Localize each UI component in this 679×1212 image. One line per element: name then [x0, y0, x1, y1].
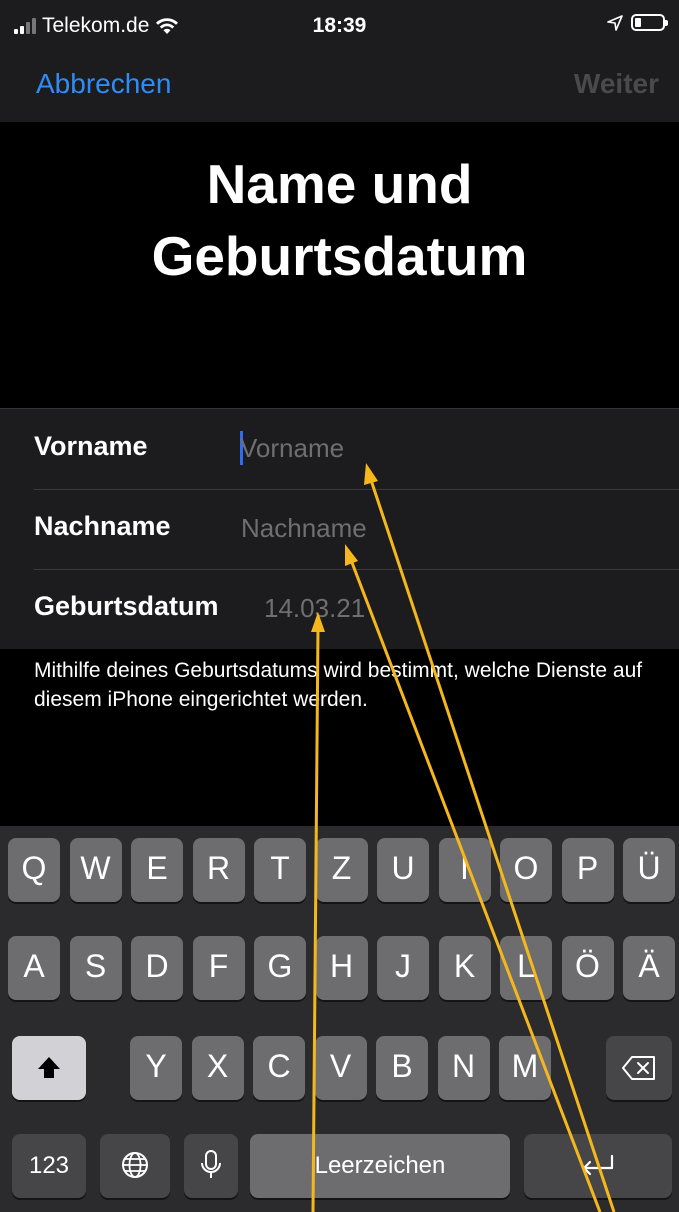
- key-y[interactable]: Y: [130, 1036, 182, 1100]
- last-name-label: Nachname: [34, 511, 171, 541]
- key-q[interactable]: Q: [8, 838, 60, 902]
- globe-key[interactable]: [100, 1134, 170, 1198]
- microphone-icon: [201, 1150, 221, 1178]
- title-line-1: Name und: [206, 153, 473, 215]
- status-bar: Telekom.de 18:39: [0, 0, 679, 52]
- space-key[interactable]: Leerzeichen: [250, 1134, 510, 1198]
- key-label: R: [206, 850, 231, 886]
- status-right: [607, 14, 668, 31]
- key-label: N: [451, 1048, 476, 1084]
- key-u[interactable]: U: [377, 838, 429, 902]
- key-i[interactable]: I: [438, 838, 491, 902]
- first-name-field[interactable]: Vorname: [240, 433, 344, 464]
- key-label: A: [23, 948, 45, 984]
- location-arrow-icon: [607, 14, 623, 31]
- first-name-row[interactable]: Vorname Vorname: [34, 409, 679, 490]
- cancel-button[interactable]: Abbrechen: [36, 68, 171, 100]
- shift-arrow-icon: [38, 1057, 60, 1078]
- birthdate-hint-text: Mithilfe deines Geburtsdatums wird besti…: [34, 659, 643, 711]
- delete-backward-icon: [622, 1056, 655, 1080]
- key-t[interactable]: T: [254, 838, 306, 902]
- keyboard: QWE R T Z U I O P Ü A S D F GH J K L Ö Ä Y X C V B NM 123 Leer…: [0, 826, 679, 1212]
- key-label: S: [84, 948, 107, 984]
- key-label: Ä: [638, 948, 660, 984]
- key-label: B: [391, 1048, 413, 1084]
- key-label: G: [267, 948, 293, 984]
- key-a[interactable]: A: [8, 936, 60, 1000]
- key-b[interactable]: B: [376, 1036, 428, 1100]
- key-label: E: [146, 850, 168, 886]
- numbers-key-label: 123: [28, 1152, 70, 1179]
- return-arrow-icon: [582, 1154, 614, 1176]
- first-name-label: Vorname: [34, 431, 148, 461]
- clock: 18:39: [312, 14, 367, 37]
- globe-icon: [122, 1152, 148, 1178]
- last-name-field[interactable]: Nachname: [241, 513, 367, 544]
- return-key[interactable]: [524, 1134, 672, 1198]
- dictation-key[interactable]: [184, 1134, 238, 1198]
- key-o[interactable]: O: [500, 838, 552, 902]
- key-g[interactable]: G: [254, 936, 306, 1000]
- key-label: V: [329, 1048, 352, 1084]
- backspace-key[interactable]: [606, 1036, 672, 1100]
- key-label: D: [145, 948, 169, 984]
- key-n[interactable]: N: [437, 1036, 490, 1100]
- key-d[interactable]: D: [131, 936, 183, 1000]
- key-label: I: [460, 850, 469, 886]
- key-e[interactable]: E: [131, 838, 183, 902]
- key-label: Z: [331, 850, 352, 886]
- key-h[interactable]: H: [315, 936, 368, 1000]
- key-j[interactable]: J: [377, 936, 429, 1000]
- key-x[interactable]: X: [191, 1036, 244, 1100]
- name-birthdate-form: Vorname Vorname Nachname Nachname Geburt…: [0, 408, 679, 649]
- key-f[interactable]: F: [192, 936, 245, 1000]
- key-ö[interactable]: Ö: [561, 936, 614, 1000]
- key-label: P: [576, 850, 599, 886]
- numbers-key[interactable]: 123: [12, 1134, 86, 1198]
- birthdate-field[interactable]: 14.03.21: [264, 593, 365, 624]
- key-ü[interactable]: Ü: [623, 838, 675, 902]
- key-label: Q: [21, 850, 47, 886]
- key-z[interactable]: Z: [315, 838, 368, 902]
- key-label: H: [329, 948, 354, 984]
- key-c[interactable]: C: [253, 1036, 305, 1100]
- key-p[interactable]: P: [561, 838, 614, 902]
- key-v[interactable]: V: [314, 1036, 367, 1100]
- key-k[interactable]: K: [438, 936, 491, 1000]
- shift-key[interactable]: [12, 1036, 86, 1100]
- key-label: X: [206, 1048, 229, 1084]
- key-m[interactable]: M: [499, 1036, 551, 1100]
- key-label: O: [513, 850, 539, 886]
- title-line-2: Geburtsdatum: [151, 225, 528, 287]
- key-label: Ü: [637, 850, 661, 886]
- birthdate-label: Geburtsdatum: [34, 591, 219, 621]
- battery-icon: [631, 14, 668, 31]
- navigation-bar: Abbrechen Weiter: [0, 52, 679, 122]
- key-label: T: [270, 850, 290, 886]
- birthdate-row[interactable]: Geburtsdatum 14.03.21: [34, 569, 679, 649]
- key-w[interactable]: W: [69, 838, 122, 902]
- key-label: F: [208, 948, 229, 984]
- key-label: Y: [145, 1048, 167, 1084]
- key-ä[interactable]: Ä: [623, 936, 675, 1000]
- key-label: C: [267, 1048, 291, 1084]
- key-label: J: [395, 948, 411, 984]
- key-label: K: [453, 948, 476, 984]
- next-button[interactable]: Weiter: [574, 68, 659, 100]
- key-label: U: [391, 850, 415, 886]
- key-label: M: [511, 1048, 539, 1084]
- key-l[interactable]: L: [500, 936, 552, 1000]
- last-name-row[interactable]: Nachname Nachname: [34, 489, 679, 570]
- space-key-label: Leerzeichen: [314, 1152, 446, 1179]
- key-s[interactable]: S: [69, 936, 122, 1000]
- page-title: Name und Geburtsdatum: [0, 148, 679, 292]
- key-label: Ö: [575, 948, 600, 984]
- key-label: L: [517, 948, 535, 984]
- key-r[interactable]: R: [192, 838, 245, 902]
- key-label: W: [80, 850, 111, 886]
